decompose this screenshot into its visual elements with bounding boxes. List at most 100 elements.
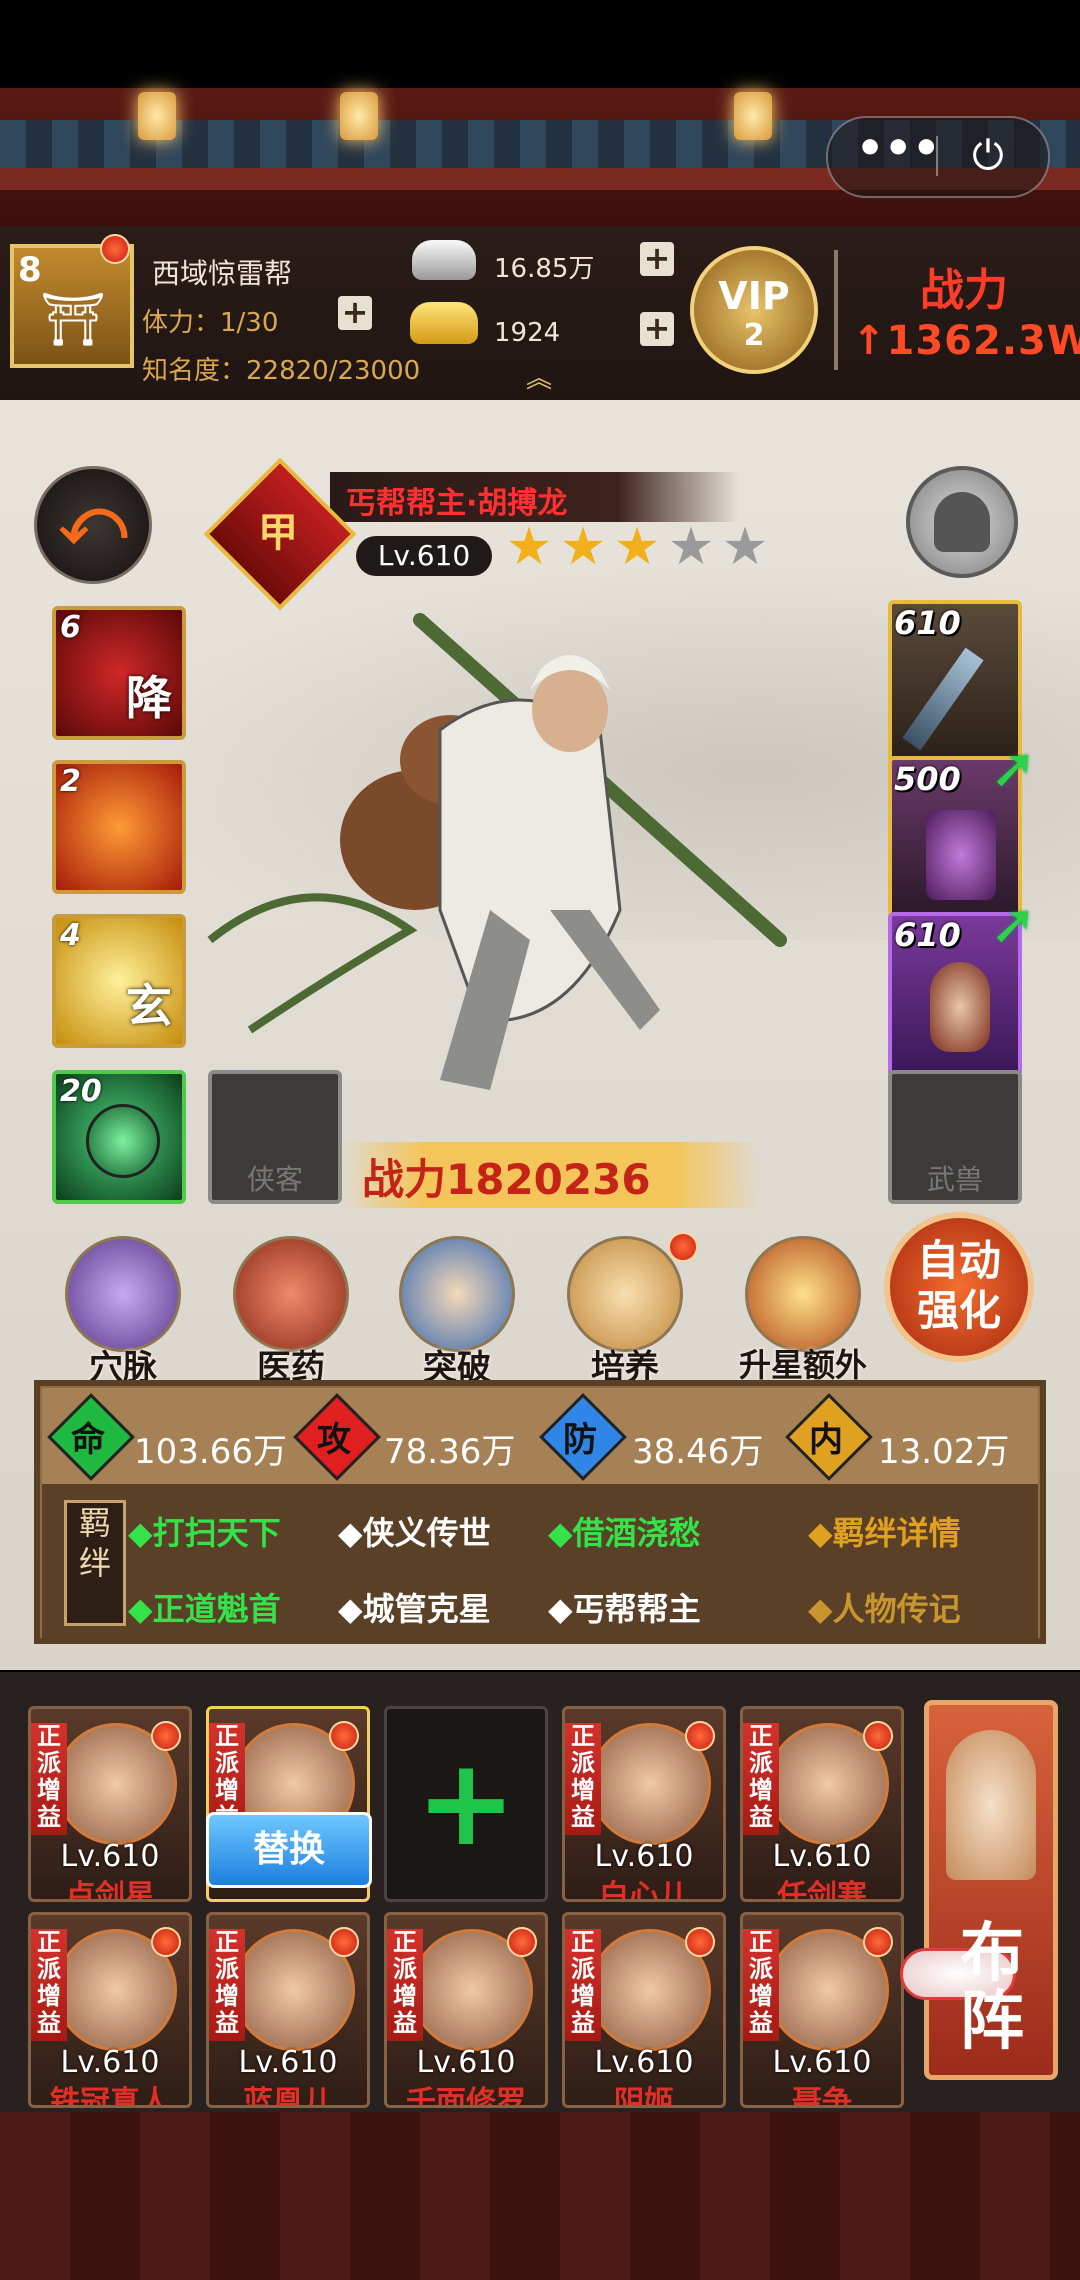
power-off-icon[interactable]: ⏻ — [960, 128, 1016, 184]
skill-count: 6 — [60, 610, 81, 645]
silver-amount: 16.85万 — [494, 254, 595, 284]
wushou-slot[interactable]: 武兽 — [888, 1070, 1022, 1204]
bond-item[interactable]: ◆丐帮帮主 — [548, 1584, 701, 1630]
notification-dot — [329, 1927, 359, 1957]
armor-icon — [926, 810, 996, 900]
more-icon[interactable]: ••• — [856, 124, 940, 184]
faction-tag: 正派增益 — [743, 1929, 779, 2041]
biography-link[interactable]: ◆人物传记 — [808, 1584, 961, 1630]
member-level: Lv.610 — [60, 1839, 160, 1874]
team-member-card[interactable]: 正派增益 Lv.610 聂争 — [740, 1912, 904, 2108]
bond-item[interactable]: ◆正道魁首 — [128, 1584, 281, 1630]
figure-icon — [934, 492, 990, 552]
star-empty-icon: ★ — [721, 517, 769, 577]
team-member-card[interactable]: 正派增益 Lv.610 蓝凰儿 — [206, 1912, 370, 2108]
cultivate-button[interactable]: 培养 — [560, 1236, 690, 1389]
skill-glyph: 玄 — [126, 979, 172, 1033]
team-member-card[interactable]: 正派增益 Lv.610 千面修罗 — [384, 1912, 548, 2108]
formation-portrait — [946, 1730, 1036, 1880]
faction-tag: 正派增益 — [31, 1723, 67, 1835]
xiake-label: 侠客 — [246, 1163, 303, 1196]
bond-item[interactable]: ◆侠义传世 — [338, 1508, 491, 1554]
star-filled-icon: ★ — [505, 517, 553, 577]
combat-value: 1820236 — [446, 1155, 651, 1204]
member-name: 白心儿 — [599, 1879, 689, 1902]
bottom-decoration — [0, 2112, 1080, 2280]
notification-dot — [100, 234, 130, 264]
faction-tag: 正派增益 — [565, 1723, 601, 1835]
hp-value: 103.66万 — [134, 1432, 287, 1472]
team-member-card[interactable]: 正派增益 Lv.610 铁冠真人 — [28, 1912, 192, 2108]
lantern-icon — [734, 92, 772, 140]
gold-ingot-icon — [410, 302, 478, 344]
silver-ingot-icon — [412, 240, 476, 280]
member-name: 千面修罗 — [406, 2085, 526, 2108]
acupoint-button[interactable]: 穴脉 — [58, 1236, 188, 1389]
star-filled-icon: ★ — [613, 517, 661, 577]
auto-strengthen-label: 自动强化 — [916, 1236, 1001, 1335]
guild-name: 西域惊雷帮 — [152, 257, 293, 290]
replace-button[interactable]: 替换 — [206, 1812, 372, 1888]
faction-tag: 正派增益 — [565, 1929, 601, 2041]
combat-label: 战力 — [362, 1155, 447, 1204]
notification-dot — [863, 1927, 893, 1957]
auto-strengthen-button[interactable]: 自动强化 — [884, 1212, 1034, 1362]
skill-count: 4 — [60, 918, 81, 953]
add-gold-button[interactable]: + — [640, 312, 674, 346]
team-member-card[interactable]: 正派增益 Lv.610 白心儿 — [562, 1706, 726, 1902]
hp-label: 命 — [71, 1420, 105, 1460]
member-level: Lv.610 — [594, 1839, 694, 1874]
faction-tag: 正派增益 — [209, 1929, 245, 2041]
bond-item[interactable]: ◆城管克星 — [338, 1584, 491, 1630]
medicine-button[interactable]: 医药 — [226, 1236, 356, 1389]
stamina-text: 体力：1/30 — [142, 308, 279, 338]
wine-pot-icon — [930, 962, 990, 1052]
add-stamina-button[interactable]: + — [338, 296, 372, 330]
jade-slot[interactable]: 20 — [52, 1070, 186, 1204]
notification-dot — [668, 1232, 698, 1262]
star-filled-icon: ★ — [559, 517, 607, 577]
fame-text: 知名度：22820/23000 — [142, 356, 421, 386]
breakthrough-button[interactable]: 突破 — [392, 1236, 522, 1389]
total-power-number: 1362.3W — [886, 318, 1080, 364]
bond-item[interactable]: ◆打扫天下 — [128, 1508, 281, 1554]
skill-slot-2[interactable]: 2 — [52, 760, 186, 894]
hero-combat-power: 战力1820236 — [362, 1146, 651, 1207]
team-member-card[interactable]: 正派增益 Lv.610 阴姬 — [562, 1912, 726, 2108]
lantern-icon — [138, 92, 176, 140]
back-button[interactable]: ⤺ — [34, 466, 152, 584]
vip-level: 2 — [743, 318, 765, 353]
bond-detail-link[interactable]: ◆羁绊详情 — [808, 1508, 961, 1554]
attack-label: 攻 — [317, 1420, 351, 1460]
team-member-card[interactable]: 正派增益 Lv.610 卢剑星 — [28, 1706, 192, 1902]
defense-label: 防 — [563, 1420, 597, 1460]
defense-value: 38.46万 — [632, 1432, 764, 1472]
notification-dot — [151, 1927, 181, 1957]
inner-label: 内 — [809, 1420, 843, 1460]
scholar-icon — [399, 1236, 515, 1352]
member-name: 蓝凰儿 — [243, 2085, 333, 2108]
total-power-label: 战力 — [920, 265, 1008, 316]
equipment-level: 610 — [894, 604, 961, 642]
vip-badge[interactable]: VIP 2 — [690, 246, 818, 374]
faction-tag: 正派增益 — [387, 1929, 423, 2041]
team-badge-button[interactable] — [906, 466, 1018, 578]
add-silver-button[interactable]: + — [640, 242, 674, 276]
bond-item[interactable]: ◆借酒浇愁 — [548, 1508, 701, 1554]
add-icon: + — [415, 1734, 517, 1873]
total-power-value: ↑1362.3W — [852, 318, 1080, 364]
skill-slot-3[interactable]: 4 玄 — [52, 914, 186, 1048]
inner-value: 13.02万 — [878, 1432, 1010, 1472]
skill-glyph: 降 — [126, 671, 172, 725]
star-extra-button[interactable]: 升星额外 — [728, 1236, 878, 1386]
notification-dot — [329, 1721, 359, 1751]
member-name: 铁冠真人 — [50, 2085, 170, 2108]
wushou-label: 武兽 — [926, 1163, 983, 1196]
team-member-card[interactable]: 正派增益 Lv.610 任剑寒 — [740, 1706, 904, 1902]
collapse-chevron-icon[interactable]: ︽ — [526, 358, 552, 395]
notification-dot — [685, 1721, 715, 1751]
notification-dot — [685, 1927, 715, 1957]
hero-figure — [207, 613, 787, 1090]
add-hero-slot[interactable]: + — [384, 1706, 548, 1902]
skill-slot-1[interactable]: 6 降 — [52, 606, 186, 740]
